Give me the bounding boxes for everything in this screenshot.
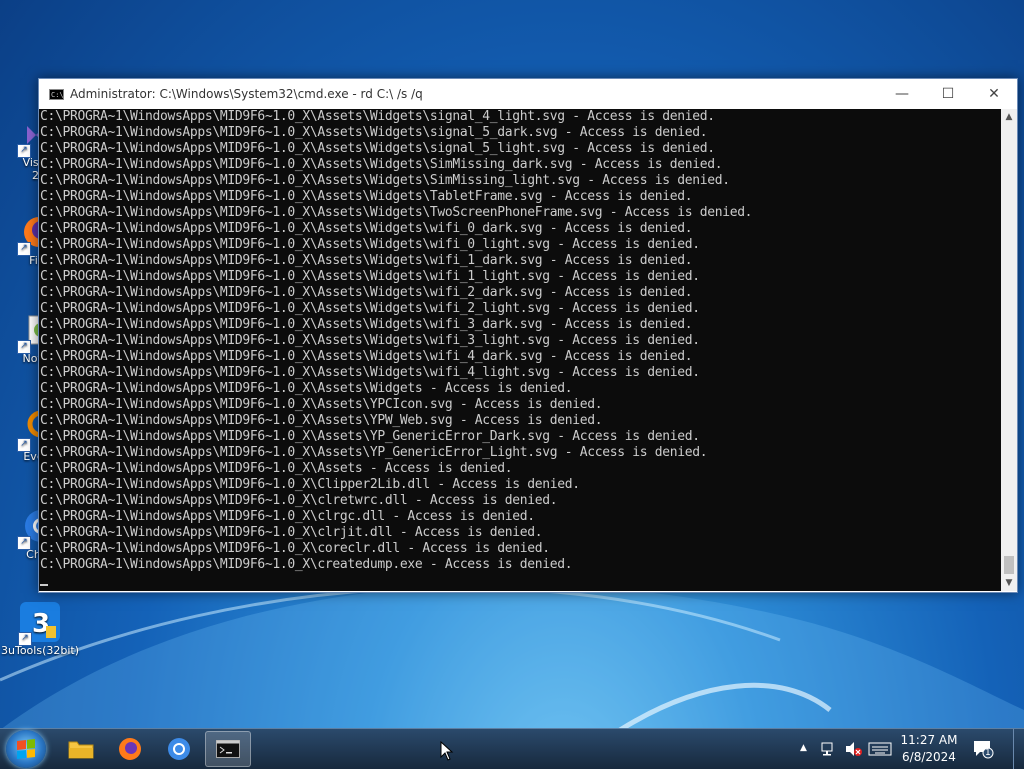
console-line: C:\PROGRA~1\WindowsApps\MID9F6~1.0_X\Ass… (40, 365, 700, 380)
console-line: C:\PROGRA~1\WindowsApps\MID9F6~1.0_X\Ass… (40, 461, 513, 476)
chrome-button[interactable] (156, 731, 202, 767)
scrollbar-thumb[interactable] (1004, 556, 1014, 574)
scroll-up-icon[interactable]: ▲ (1001, 109, 1017, 125)
console-line: C:\PROGRA~1\WindowsApps\MID9F6~1.0_X\Cli… (40, 477, 580, 492)
console-line: C:\PROGRA~1\WindowsApps\MID9F6~1.0_X\Ass… (40, 141, 715, 156)
maximize-button[interactable]: ☐ (925, 79, 971, 109)
desktop-icon-label: 3uTools(32bit) (1, 644, 79, 657)
start-button[interactable] (6, 730, 46, 768)
text-cursor (40, 584, 48, 586)
console-line: C:\PROGRA~1\WindowsApps\MID9F6~1.0_X\Ass… (40, 173, 730, 188)
console-line: C:\PROGRA~1\WindowsApps\MID9F6~1.0_X\Ass… (40, 397, 603, 412)
shortcut-arrow-icon: ↗ (17, 144, 31, 158)
console-line: C:\PROGRA~1\WindowsApps\MID9F6~1.0_X\Ass… (40, 413, 603, 428)
console-line: C:\PROGRA~1\WindowsApps\MID9F6~1.0_X\clr… (40, 509, 535, 524)
console-output[interactable]: C:\PROGRA~1\WindowsApps\MID9F6~1.0_X\Ass… (39, 109, 1001, 591)
clock-time: 11:27 AM (900, 733, 958, 747)
system-clock[interactable]: 11:27 AM 6/8/2024 (892, 732, 966, 766)
console-line: C:\PROGRA~1\WindowsApps\MID9F6~1.0_X\Ass… (40, 237, 700, 252)
file-explorer-button[interactable] (58, 731, 104, 767)
taskbar: ▲ 11:27 AM 6/8/2024 1 (0, 728, 1024, 769)
console-line: C:\PROGRA~1\WindowsApps\MID9F6~1.0_X\cor… (40, 541, 550, 556)
desktop-icon-3utools[interactable]: 3 ↗ 3uTools(32bit) (0, 602, 80, 657)
shortcut-arrow-icon: ↗ (17, 536, 31, 550)
notification-count: 1 (985, 748, 991, 758)
console-line: C:\PROGRA~1\WindowsApps\MID9F6~1.0_X\Ass… (40, 285, 693, 300)
windows-logo-icon (17, 739, 35, 759)
volume-muted-icon[interactable] (844, 741, 862, 761)
show-desktop-button[interactable] (1013, 729, 1024, 769)
show-hidden-icons-chevron-icon[interactable]: ▲ (800, 743, 807, 753)
console-line: C:\PROGRA~1\WindowsApps\MID9F6~1.0_X\clr… (40, 493, 558, 508)
chrome-icon (168, 738, 190, 760)
console-line: C:\PROGRA~1\WindowsApps\MID9F6~1.0_X\cre… (40, 557, 573, 572)
console-line: C:\PROGRA~1\WindowsApps\MID9F6~1.0_X\Ass… (40, 157, 723, 172)
folder-icon (68, 741, 94, 759)
console-line: C:\PROGRA~1\WindowsApps\MID9F6~1.0_X\Ass… (40, 333, 700, 348)
keyboard-icon[interactable] (868, 741, 892, 761)
3utools-icon: 3 ↗ (18, 602, 60, 646)
console-line: C:\PROGRA~1\WindowsApps\MID9F6~1.0_X\Ass… (40, 349, 693, 364)
mouse-pointer-icon (440, 741, 454, 761)
console-line: C:\PROGRA~1\WindowsApps\MID9F6~1.0_X\Ass… (40, 301, 700, 316)
shortcut-arrow-icon: ↗ (17, 438, 31, 452)
scroll-down-icon[interactable]: ▼ (1001, 575, 1017, 591)
shortcut-arrow-icon: ↗ (18, 632, 32, 646)
firefox-icon (119, 738, 141, 760)
firefox-button[interactable] (107, 731, 153, 767)
console-line: C:\PROGRA~1\WindowsApps\MID9F6~1.0_X\Ass… (40, 125, 708, 140)
cmd-button[interactable] (205, 731, 251, 767)
console-line: C:\PROGRA~1\WindowsApps\MID9F6~1.0_X\Ass… (40, 429, 700, 444)
cmd-window[interactable]: C:\ Administrator: C:\Windows\System32\c… (38, 78, 1018, 593)
console-line: C:\PROGRA~1\WindowsApps\MID9F6~1.0_X\Ass… (40, 253, 693, 268)
console-line: C:\PROGRA~1\WindowsApps\MID9F6~1.0_X\Ass… (40, 317, 693, 332)
close-button[interactable]: ✕ (971, 79, 1017, 109)
window-title: Administrator: C:\Windows\System32\cmd.e… (70, 87, 423, 101)
console-line: C:\PROGRA~1\WindowsApps\MID9F6~1.0_X\Ass… (40, 189, 693, 204)
console-lines: C:\PROGRA~1\WindowsApps\MID9F6~1.0_X\Ass… (39, 109, 1001, 573)
vertical-scrollbar[interactable]: ▲ ▼ (1001, 109, 1017, 591)
cmd-icon (216, 740, 240, 758)
cmd-icon: C:\ (49, 88, 64, 100)
minimize-button[interactable]: — (879, 79, 925, 109)
console-line: C:\PROGRA~1\WindowsApps\MID9F6~1.0_X\Ass… (40, 381, 573, 396)
clock-date: 6/8/2024 (902, 750, 956, 764)
console-line: C:\PROGRA~1\WindowsApps\MID9F6~1.0_X\clr… (40, 525, 543, 540)
shortcut-arrow-icon: ↗ (17, 242, 31, 256)
network-icon[interactable] (820, 741, 838, 761)
console-line: C:\PROGRA~1\WindowsApps\MID9F6~1.0_X\Ass… (40, 445, 708, 460)
window-titlebar[interactable]: C:\ Administrator: C:\Windows\System32\c… (39, 79, 1017, 109)
console-line: C:\PROGRA~1\WindowsApps\MID9F6~1.0_X\Ass… (40, 205, 753, 220)
console-line: C:\PROGRA~1\WindowsApps\MID9F6~1.0_X\Ass… (40, 269, 700, 284)
console-line: C:\PROGRA~1\WindowsApps\MID9F6~1.0_X\Ass… (40, 109, 715, 124)
console-line: C:\PROGRA~1\WindowsApps\MID9F6~1.0_X\Ass… (40, 221, 693, 236)
shortcut-arrow-icon: ↗ (17, 340, 31, 354)
